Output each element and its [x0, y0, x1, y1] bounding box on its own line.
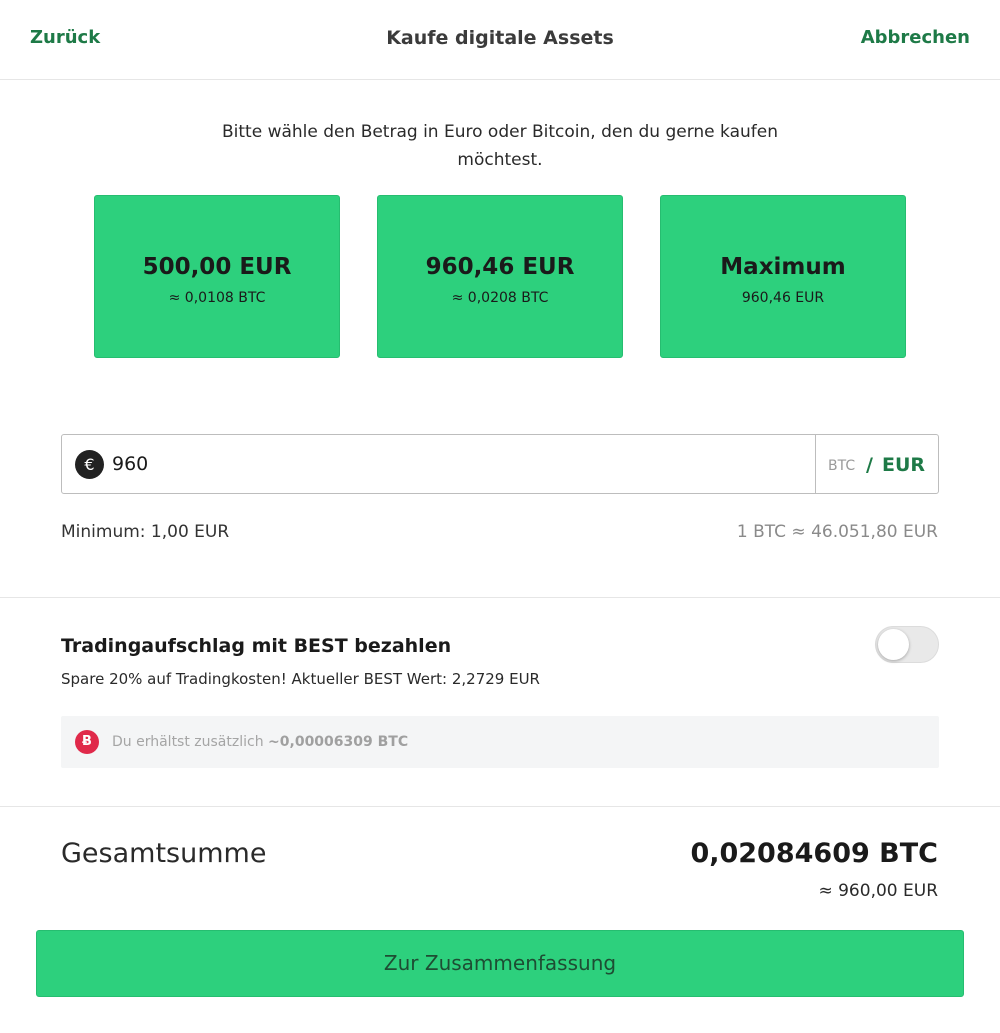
bonus-label: Du erhältst zusätzlich [112, 734, 264, 750]
best-fee-toggle[interactable] [875, 626, 939, 663]
exchange-rate-label: 1 BTC ≈ 46.051,80 EUR [736, 522, 938, 542]
total-label: Gesamtsumme [61, 838, 267, 869]
preset-amount: 500,00 EUR [142, 254, 292, 280]
currency-unit-toggle[interactable]: BTC / EUR [815, 435, 938, 493]
preset-500-button[interactable]: 500,00 EUR ≈ 0,0108 BTC [94, 195, 340, 358]
divider [0, 597, 1000, 598]
preset-amount: 960,46 EUR [425, 254, 575, 280]
preset-amount: Maximum [720, 254, 846, 280]
preset-sub: ≈ 0,0208 BTC [451, 290, 549, 306]
best-fee-subtitle: Spare 20% auf Tradingkosten! Aktueller B… [61, 670, 540, 688]
preset-sub: ≈ 0,0108 BTC [168, 290, 266, 306]
amount-input[interactable] [112, 446, 712, 482]
summary-button[interactable]: Zur Zusammenfassung [36, 930, 964, 997]
preset-maximum-button[interactable]: Maximum 960,46 EUR [660, 195, 906, 358]
bonus-value: ~0,00006309 BTC [268, 734, 409, 750]
intro-text: Bitte wähle den Betrag in Euro oder Bitc… [222, 122, 778, 170]
euro-icon: € [75, 450, 104, 479]
divider [0, 806, 1000, 807]
total-btc-value: 0,02084609 BTC [690, 838, 938, 869]
preset-960-button[interactable]: 960,46 EUR ≈ 0,0208 BTC [377, 195, 623, 358]
unit-eur-option[interactable]: EUR [882, 454, 925, 476]
cancel-link[interactable]: Abbrechen [861, 27, 970, 48]
amount-field: € BTC / EUR [61, 434, 939, 494]
total-eur-value: ≈ 960,00 EUR [818, 881, 938, 901]
best-bonus-info: Ƀ Du erhältst zusätzlich ~0,00006309 BTC [61, 716, 939, 768]
page-title: Kaufe digitale Assets [386, 27, 614, 49]
bonus-text: Du erhältst zusätzlich ~0,00006309 BTC [112, 734, 408, 750]
preset-sub: 960,46 EUR [741, 290, 825, 306]
minimum-label: Minimum: 1,00 EUR [61, 522, 230, 542]
toggle-knob [878, 629, 909, 660]
unit-separator: / [866, 454, 873, 476]
unit-btc-option[interactable]: BTC [828, 458, 855, 474]
top-bar: Zurück Kaufe digitale Assets Abbrechen [0, 0, 1000, 80]
best-token-icon: Ƀ [75, 730, 99, 754]
best-fee-title: Tradingaufschlag mit BEST bezahlen [61, 635, 452, 657]
